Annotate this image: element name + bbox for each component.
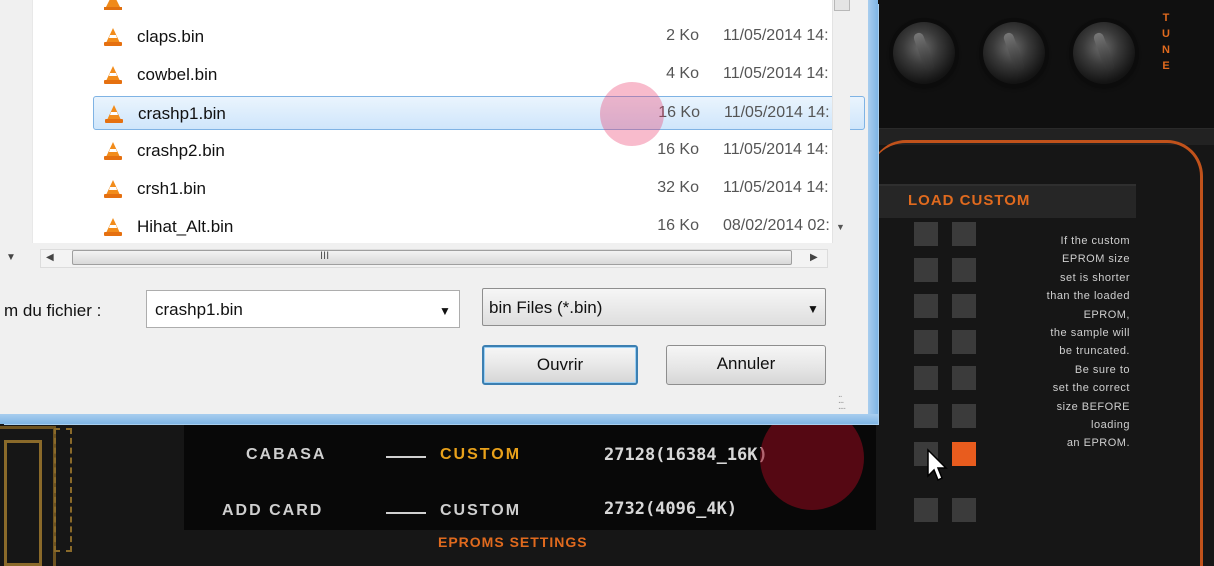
vertical-scrollbar[interactable]: ▼ bbox=[832, 0, 850, 243]
file-size: 32 Ko bbox=[657, 179, 699, 196]
tune-label: T U N E bbox=[1162, 12, 1170, 72]
load-custom-title: LOAD CUSTOM bbox=[908, 192, 1031, 209]
file-name: cowbel.bin bbox=[137, 65, 218, 84]
circuit-decoration bbox=[0, 418, 84, 566]
pad[interactable] bbox=[914, 294, 938, 318]
vlc-cone-icon bbox=[104, 28, 122, 46]
eprom-row-name: CABASA bbox=[246, 446, 327, 463]
scroll-left-arrow-icon[interactable]: ◀ bbox=[46, 252, 54, 263]
load-custom-info: If the custom EPROM size set is shorter … bbox=[1046, 235, 1130, 450]
open-file-dialog: claps.bin 2 Ko 11/05/2014 14: cowbel.bin… bbox=[0, 0, 875, 421]
pad[interactable] bbox=[952, 222, 976, 246]
pad[interactable] bbox=[952, 404, 976, 428]
pad[interactable] bbox=[914, 258, 938, 282]
pad[interactable] bbox=[914, 366, 938, 390]
eproms-settings-label: EPROMS SETTINGS bbox=[438, 534, 588, 550]
chevron-down-icon[interactable]: ▼ bbox=[807, 302, 819, 316]
eprom-row-name: ADD CARD bbox=[222, 502, 324, 519]
vlc-cone-icon bbox=[104, 66, 122, 84]
file-name: crsh1.bin bbox=[137, 179, 206, 198]
vlc-cone-icon bbox=[105, 105, 123, 123]
eprom-row-size[interactable]: 27128(16384_16K) bbox=[604, 445, 768, 465]
open-button[interactable]: Ouvrir bbox=[482, 345, 638, 385]
file-name: Hihat_Alt.bin bbox=[137, 217, 234, 236]
pad[interactable] bbox=[914, 498, 938, 522]
file-name: crashp2.bin bbox=[137, 141, 225, 160]
filename-combo[interactable]: crashp1.bin ▼ bbox=[146, 290, 460, 328]
filename-label: m du fichier : bbox=[4, 301, 102, 320]
eprom-row-mode[interactable]: CUSTOM bbox=[440, 446, 521, 464]
collapse-arrow-icon[interactable]: ▼ bbox=[6, 252, 16, 263]
scroll-down-arrow-icon[interactable]: ▼ bbox=[836, 222, 845, 232]
dialog-border-right bbox=[868, 0, 878, 424]
file-row[interactable]: crsh1.bin 32 Ko 11/05/2014 14: bbox=[93, 172, 865, 206]
partial-file-row bbox=[93, 0, 865, 10]
vlc-cone-icon bbox=[104, 142, 122, 160]
pad-active[interactable] bbox=[952, 442, 976, 466]
file-name: crashp1.bin bbox=[138, 104, 226, 123]
eprom-row-size[interactable]: 2732(4096_4K) bbox=[604, 499, 737, 519]
eprom-row-connector bbox=[386, 512, 426, 514]
tune-knob-2[interactable] bbox=[983, 22, 1045, 84]
file-row-selected[interactable]: crashp1.bin 16 Ko 11/05/2014 14: bbox=[93, 96, 865, 130]
filename-value[interactable]: crashp1.bin bbox=[155, 300, 243, 320]
pad[interactable] bbox=[952, 366, 976, 390]
pad[interactable] bbox=[914, 222, 938, 246]
file-row[interactable]: crashp2.bin 16 Ko 11/05/2014 14: bbox=[93, 134, 865, 168]
file-type-select[interactable]: bin Files (*.bin) ▼ bbox=[482, 288, 826, 326]
vlc-cone-icon bbox=[104, 180, 122, 198]
file-size: 16 Ko bbox=[657, 217, 699, 234]
horizontal-scroll-thumb[interactable] bbox=[72, 250, 792, 265]
eprom-row-mode[interactable]: CUSTOM bbox=[440, 502, 521, 520]
tune-knob-3[interactable] bbox=[1073, 22, 1135, 84]
file-row[interactable]: cowbel.bin 4 Ko 11/05/2014 14: bbox=[93, 58, 865, 92]
scroll-right-arrow-icon[interactable]: ▶ bbox=[810, 252, 818, 263]
file-type-value: bin Files (*.bin) bbox=[489, 298, 603, 317]
pad[interactable] bbox=[952, 330, 976, 354]
file-size: 16 Ko bbox=[657, 141, 699, 158]
file-row[interactable]: Hihat_Alt.bin 16 Ko 08/02/2014 02: bbox=[93, 210, 865, 243]
vlc-cone-icon bbox=[104, 218, 122, 236]
scroll-grip-icon: III bbox=[320, 250, 330, 262]
chevron-down-icon[interactable]: ▼ bbox=[439, 304, 451, 318]
file-row[interactable]: claps.bin 2 Ko 11/05/2014 14: bbox=[93, 20, 865, 54]
cancel-button[interactable]: Annuler bbox=[666, 345, 826, 385]
eprom-row-connector bbox=[386, 456, 426, 458]
click-indicator bbox=[600, 82, 664, 146]
file-size: 4 Ko bbox=[666, 65, 699, 82]
file-name: claps.bin bbox=[137, 27, 205, 46]
file-size: 2 Ko bbox=[666, 27, 699, 44]
pad[interactable] bbox=[952, 294, 976, 318]
file-list[interactable]: claps.bin 2 Ko 11/05/2014 14: cowbel.bin… bbox=[32, 0, 865, 243]
resize-grip-icon[interactable]: ......... bbox=[838, 390, 846, 412]
pad[interactable] bbox=[914, 404, 938, 428]
mouse-cursor-icon bbox=[927, 448, 948, 482]
pad[interactable] bbox=[914, 330, 938, 354]
dialog-border-bottom bbox=[0, 414, 878, 424]
tune-knob-1[interactable] bbox=[893, 22, 955, 84]
pad[interactable] bbox=[952, 498, 976, 522]
pad[interactable] bbox=[952, 258, 976, 282]
vertical-scroll-thumb[interactable] bbox=[834, 0, 850, 11]
